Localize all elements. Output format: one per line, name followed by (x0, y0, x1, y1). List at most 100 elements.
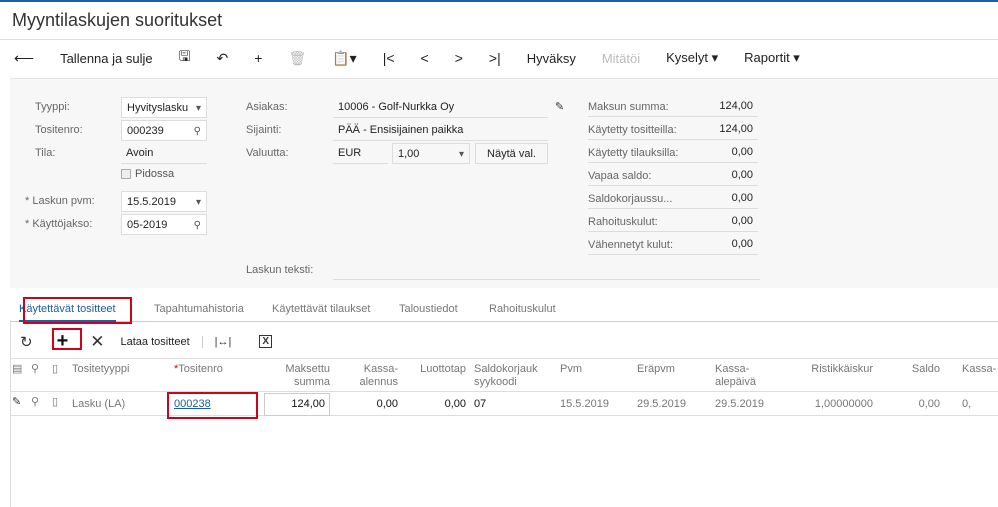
date-label-text: Laskun pvm: (32, 195, 95, 207)
void-button[interactable]: Mitätöi (602, 51, 640, 66)
hold-checkbox[interactable]: Pidossa (121, 168, 174, 180)
column-header-label: Tositetyyppi (72, 363, 130, 375)
tab-financial[interactable]: Taloustiedot (399, 303, 458, 315)
column-header-label: Kassa-alepäivä (715, 363, 756, 388)
type-select[interactable]: Hyvityslasku ▾ (121, 97, 207, 118)
text-input[interactable] (333, 279, 760, 280)
date-value: 15.5.2019 (127, 196, 176, 208)
column-header-label: Ristikkäiskur (811, 363, 873, 375)
rate-value: 1,00 (398, 148, 420, 160)
approve-button[interactable]: Hyväksy (527, 51, 576, 66)
delete-icon[interactable]: 🗑 (288, 50, 306, 67)
column-header[interactable]: Kassa-alepäivä (715, 363, 790, 389)
rate-select[interactable]: 1,00 ▾ (392, 143, 470, 164)
column-header[interactable]: Tositetyyppi (72, 363, 162, 376)
summary-value: 0,00 (588, 141, 758, 163)
cell: 0, (962, 398, 972, 410)
grid-header: ▤ ⚲ ▯ Tositetyyppi *Tositenro Maksettu sum… (10, 358, 998, 392)
customer-value[interactable]: 10006 - Golf-Nurkka Oy (333, 97, 548, 118)
currency-label: Valuutta: (246, 147, 289, 159)
hold-label: Pidossa (135, 168, 175, 180)
table-row[interactable]: ✎ ⚲ ▯ Lasku (LA) 000238 124,00 0,00 0,00 07 15… (10, 392, 998, 416)
currency-value[interactable]: EUR (333, 143, 388, 164)
last-icon[interactable]: >| (489, 50, 501, 66)
cell: 0,00 (444, 398, 466, 410)
save-icon[interactable]: 🖫 (179, 46, 191, 70)
column-header[interactable]: Ristikkäiskur (793, 363, 873, 376)
undo-icon[interactable]: ↶ (217, 50, 229, 67)
cell: 07 (474, 398, 487, 410)
tab-bar: Käytettävät tositteet Tapahtumahistoria … (10, 300, 998, 322)
inquiries-menu[interactable]: Kyselyt ▾ (666, 50, 718, 66)
first-icon[interactable]: |< (383, 50, 395, 66)
cell: 29.5.2019 (715, 398, 764, 410)
show-rate-button[interactable]: Näytä val. (475, 143, 548, 164)
cell: 0,00 (918, 398, 940, 410)
tab-orders[interactable]: Käytettävät tilaukset (272, 303, 370, 315)
column-header[interactable]: Pvm (560, 363, 634, 376)
back-icon[interactable]: ⟵ (14, 50, 34, 67)
column-header[interactable]: Kassa-alennus (332, 363, 398, 389)
attachment-icon: ⚲ (31, 363, 40, 375)
tab-finance-charges[interactable]: Rahoituskulut (489, 303, 556, 315)
delete-row-icon[interactable]: ✕ (90, 332, 104, 352)
column-header-label: Saldo (911, 363, 940, 375)
clipboard-icon[interactable]: 📋▾ (332, 50, 356, 67)
column-header-label: Eräpvm (637, 363, 675, 375)
attachment-icon[interactable]: ⚲ (31, 396, 39, 409)
column-header[interactable]: Eräpvm (637, 363, 711, 376)
cell: 29.5.2019 (637, 398, 686, 410)
notes-icon: ▤ (12, 363, 23, 375)
page-title: Myyntilaskujen suoritukset (12, 10, 223, 30)
cell: 0,00 (376, 398, 398, 410)
docno-value: 000239 (127, 125, 164, 137)
period-input[interactable]: 05-2019 ⚲ (121, 214, 207, 235)
column-header-label: Tositenro (178, 363, 223, 375)
reports-menu[interactable]: Raportit ▾ (744, 50, 800, 66)
column-header[interactable]: Saldokorjauk syykoodi (474, 363, 554, 389)
main-toolbar: ⟵ Tallenna ja sulje 🖫 ↶ + 🗑 📋▾ |< < > >|… (14, 47, 826, 69)
save-close-button[interactable]: Tallenna ja sulje (60, 51, 153, 66)
edit-icon[interactable]: ✎ (12, 396, 21, 409)
fit-columns-icon[interactable]: |↔| (215, 336, 232, 348)
load-docs-button[interactable]: Lataa tositteet (121, 335, 203, 348)
customer-label: Asiakas: (246, 101, 288, 113)
paid-amount-input[interactable]: 124,00 (264, 393, 330, 416)
chevron-down-icon: ▾ (195, 197, 201, 208)
next-icon[interactable]: > (455, 50, 463, 66)
column-header[interactable]: Saldo (878, 363, 940, 376)
document-icon[interactable]: ▯ (52, 396, 58, 409)
column-header[interactable]: Maksettu summa (264, 363, 330, 389)
refresh-icon[interactable]: ↻ (20, 333, 33, 351)
edit-icon[interactable]: ✎ (555, 100, 564, 113)
location-label: Sijainti: (246, 124, 282, 136)
summary-value: 0,00 (588, 210, 758, 232)
date-input[interactable]: 15.5.2019 ▾ (121, 191, 207, 212)
excel-export-icon[interactable]: X (259, 335, 273, 348)
column-header-label: Kassa- (962, 363, 997, 375)
top-accent (0, 0, 998, 2)
period-value: 05-2019 (127, 219, 168, 231)
type-value: Hyvityslasku (127, 102, 189, 114)
period-label: * Käyttöjakso: (25, 218, 93, 230)
summary-value: 124,00 (588, 118, 758, 140)
column-header[interactable]: Luottotap (402, 363, 466, 376)
column-header-label: Kassa-alennus (359, 363, 398, 388)
summary-value: 124,00 (588, 95, 758, 117)
status-value: Avoin (121, 143, 207, 164)
documents-grid: ▤ ⚲ ▯ Tositetyyppi *Tositenro Maksettu sum… (10, 358, 998, 416)
divider (0, 39, 998, 40)
status-label: Tila: (35, 147, 56, 159)
checkbox-icon (121, 169, 131, 180)
search-icon: ⚲ (193, 220, 201, 231)
column-header[interactable]: *Tositenro (174, 363, 264, 376)
type-label: Tyyppi: (35, 101, 70, 113)
tab-history[interactable]: Tapahtumahistoria (154, 303, 244, 315)
highlight-box (52, 328, 82, 350)
column-header[interactable]: Kassa- (962, 363, 998, 376)
cell: 1,00000000 (814, 398, 873, 410)
add-icon[interactable]: + (254, 50, 262, 66)
location-value[interactable]: PÄÄ - Ensisijainen paikka (333, 120, 548, 141)
docno-input[interactable]: 000239 ⚲ (121, 120, 207, 141)
prev-icon[interactable]: < (421, 50, 429, 66)
